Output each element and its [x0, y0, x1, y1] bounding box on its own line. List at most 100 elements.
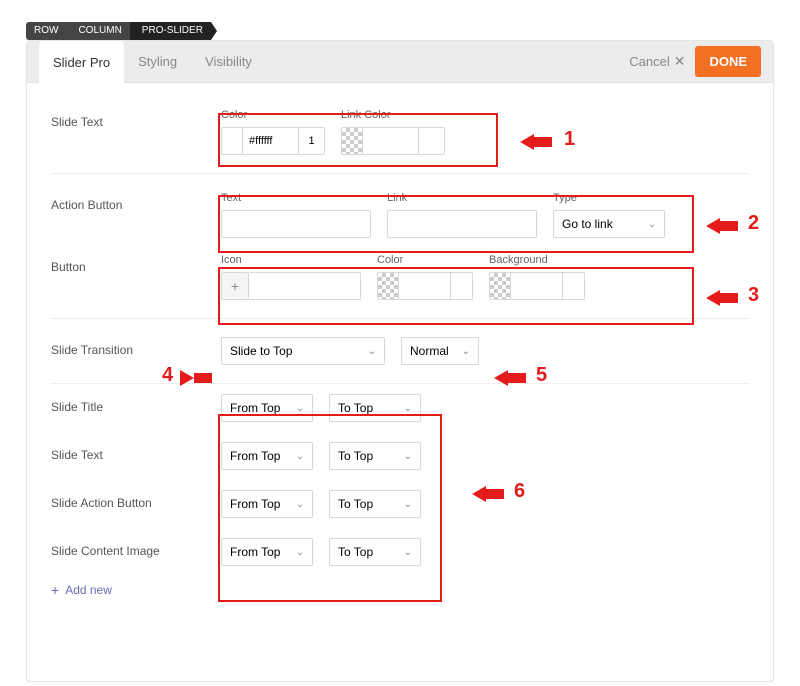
- tab-bar: Slider Pro Styling Visibility Cancel ✕ D…: [27, 41, 773, 83]
- tab-styling[interactable]: Styling: [124, 41, 191, 83]
- select-value: To Top: [338, 401, 373, 415]
- field-label: Color: [221, 109, 325, 121]
- row-anim: Slide Title From Top ⌄ To Top ⌄: [51, 384, 749, 432]
- field-label: Icon: [221, 254, 361, 266]
- row-slide-transition: Slide Transition Slide to Top ⌄ Normal ⌄: [51, 319, 749, 384]
- link-color-opacity-input[interactable]: [419, 127, 445, 155]
- plus-icon: +: [51, 582, 59, 598]
- chevron-down-icon: ⌄: [404, 499, 412, 510]
- field-label: Background: [489, 254, 585, 266]
- row-label: Slide Transition: [51, 337, 221, 357]
- anim-to-select[interactable]: To Top ⌄: [329, 490, 421, 518]
- button-bg-picker[interactable]: [489, 272, 585, 300]
- row-label: Action Button: [51, 192, 221, 212]
- select-value: From Top: [230, 545, 280, 559]
- field-label: Type: [553, 192, 665, 204]
- button-color-hex-input[interactable]: [399, 272, 451, 300]
- row-action-button: Action Button Text Link Type Go to link: [51, 174, 749, 246]
- select-value: From Top: [230, 401, 280, 415]
- transition-effect-select[interactable]: Slide to Top ⌄: [221, 337, 385, 365]
- row-slide-text: Slide Text Color Link Color: [51, 91, 749, 174]
- color-picker[interactable]: [221, 127, 325, 155]
- color-swatch[interactable]: [221, 127, 243, 155]
- breadcrumb-item-column[interactable]: COLUMN: [66, 22, 129, 40]
- field-button-color: Color: [377, 254, 473, 300]
- breadcrumb-item-row[interactable]: ROW: [26, 22, 66, 40]
- row-label: Slide Text: [51, 109, 221, 129]
- anim-to-select[interactable]: To Top ⌄: [329, 394, 421, 422]
- tab-visibility[interactable]: Visibility: [191, 41, 266, 83]
- plus-icon: +: [231, 279, 239, 293]
- add-new-button[interactable]: + Add new: [51, 582, 112, 598]
- field-link: Link: [387, 192, 537, 238]
- row-label: Slide Content Image: [51, 538, 221, 558]
- button-color-opacity-input[interactable]: [451, 272, 473, 300]
- chevron-down-icon: ⌄: [296, 451, 304, 462]
- transition-speed-select[interactable]: Normal ⌄: [401, 337, 479, 365]
- color-hex-input[interactable]: [243, 127, 299, 155]
- row-anim: Slide Text From Top ⌄ To Top ⌄: [51, 432, 749, 480]
- link-color-hex-input[interactable]: [363, 127, 419, 155]
- action-type-select[interactable]: Go to link ⌄: [553, 210, 665, 238]
- field-button-background: Background: [489, 254, 585, 300]
- add-icon-button[interactable]: +: [221, 272, 249, 300]
- field-label: Link: [387, 192, 537, 204]
- chevron-down-icon: ⌄: [296, 499, 304, 510]
- icon-picker[interactable]: +: [221, 272, 361, 300]
- select-value: From Top: [230, 497, 280, 511]
- button-bg-opacity-input[interactable]: [563, 272, 585, 300]
- select-value: From Top: [230, 449, 280, 463]
- add-new-label: Add new: [65, 583, 112, 597]
- anim-from-select[interactable]: From Top ⌄: [221, 538, 313, 566]
- row-label: Slide Title: [51, 394, 221, 414]
- field-type: Type Go to link ⌄: [553, 192, 665, 238]
- icon-picker-display: [249, 272, 361, 300]
- row-anim: Slide Content Image From Top ⌄ To Top ⌄: [51, 528, 749, 576]
- color-swatch-transparent[interactable]: [489, 272, 511, 300]
- settings-panel: Slider Pro Styling Visibility Cancel ✕ D…: [26, 40, 774, 682]
- row-label: Slide Text: [51, 442, 221, 462]
- field-text: Text: [221, 192, 371, 238]
- chevron-down-icon: ⌄: [368, 346, 376, 357]
- row-button: Button Icon + Color: [51, 246, 749, 319]
- action-link-input[interactable]: [387, 210, 537, 238]
- chevron-down-icon: ⌄: [296, 547, 304, 558]
- breadcrumb-item-pro-slider[interactable]: PRO-SLIDER: [130, 22, 211, 40]
- select-value: To Top: [338, 449, 373, 463]
- color-swatch-transparent[interactable]: [341, 127, 363, 155]
- select-value: To Top: [338, 497, 373, 511]
- field-link-color: Link Color: [341, 109, 445, 155]
- done-button[interactable]: DONE: [695, 46, 761, 77]
- color-picker-link[interactable]: [341, 127, 445, 155]
- anim-from-select[interactable]: From Top ⌄: [221, 442, 313, 470]
- breadcrumb: ROW COLUMN PRO-SLIDER: [26, 22, 774, 40]
- color-opacity-input[interactable]: [299, 127, 325, 155]
- row-label: Button: [51, 254, 221, 274]
- select-value: To Top: [338, 545, 373, 559]
- chevron-down-icon: ⌄: [404, 403, 412, 414]
- anim-to-select[interactable]: To Top ⌄: [329, 538, 421, 566]
- field-color: Color: [221, 109, 325, 155]
- cancel-label: Cancel: [629, 54, 669, 69]
- select-value: Slide to Top: [230, 344, 293, 358]
- action-text-input[interactable]: [221, 210, 371, 238]
- field-icon: Icon +: [221, 254, 361, 300]
- button-color-picker[interactable]: [377, 272, 473, 300]
- chevron-down-icon: ⌄: [648, 219, 656, 230]
- chevron-down-icon: ⌄: [404, 547, 412, 558]
- row-label: Slide Action Button: [51, 490, 221, 510]
- chevron-down-icon: ⌄: [404, 451, 412, 462]
- cancel-button[interactable]: Cancel ✕: [629, 53, 685, 70]
- close-icon: ✕: [674, 53, 686, 70]
- anim-to-select[interactable]: To Top ⌄: [329, 442, 421, 470]
- color-swatch-transparent[interactable]: [377, 272, 399, 300]
- anim-from-select[interactable]: From Top ⌄: [221, 394, 313, 422]
- field-label: Link Color: [341, 109, 445, 121]
- tab-slider-pro[interactable]: Slider Pro: [39, 41, 124, 84]
- anim-from-select[interactable]: From Top ⌄: [221, 490, 313, 518]
- field-label: Text: [221, 192, 371, 204]
- button-bg-hex-input[interactable]: [511, 272, 563, 300]
- chevron-down-icon: ⌄: [462, 346, 470, 357]
- select-value: Normal: [410, 344, 449, 358]
- chevron-down-icon: ⌄: [296, 403, 304, 414]
